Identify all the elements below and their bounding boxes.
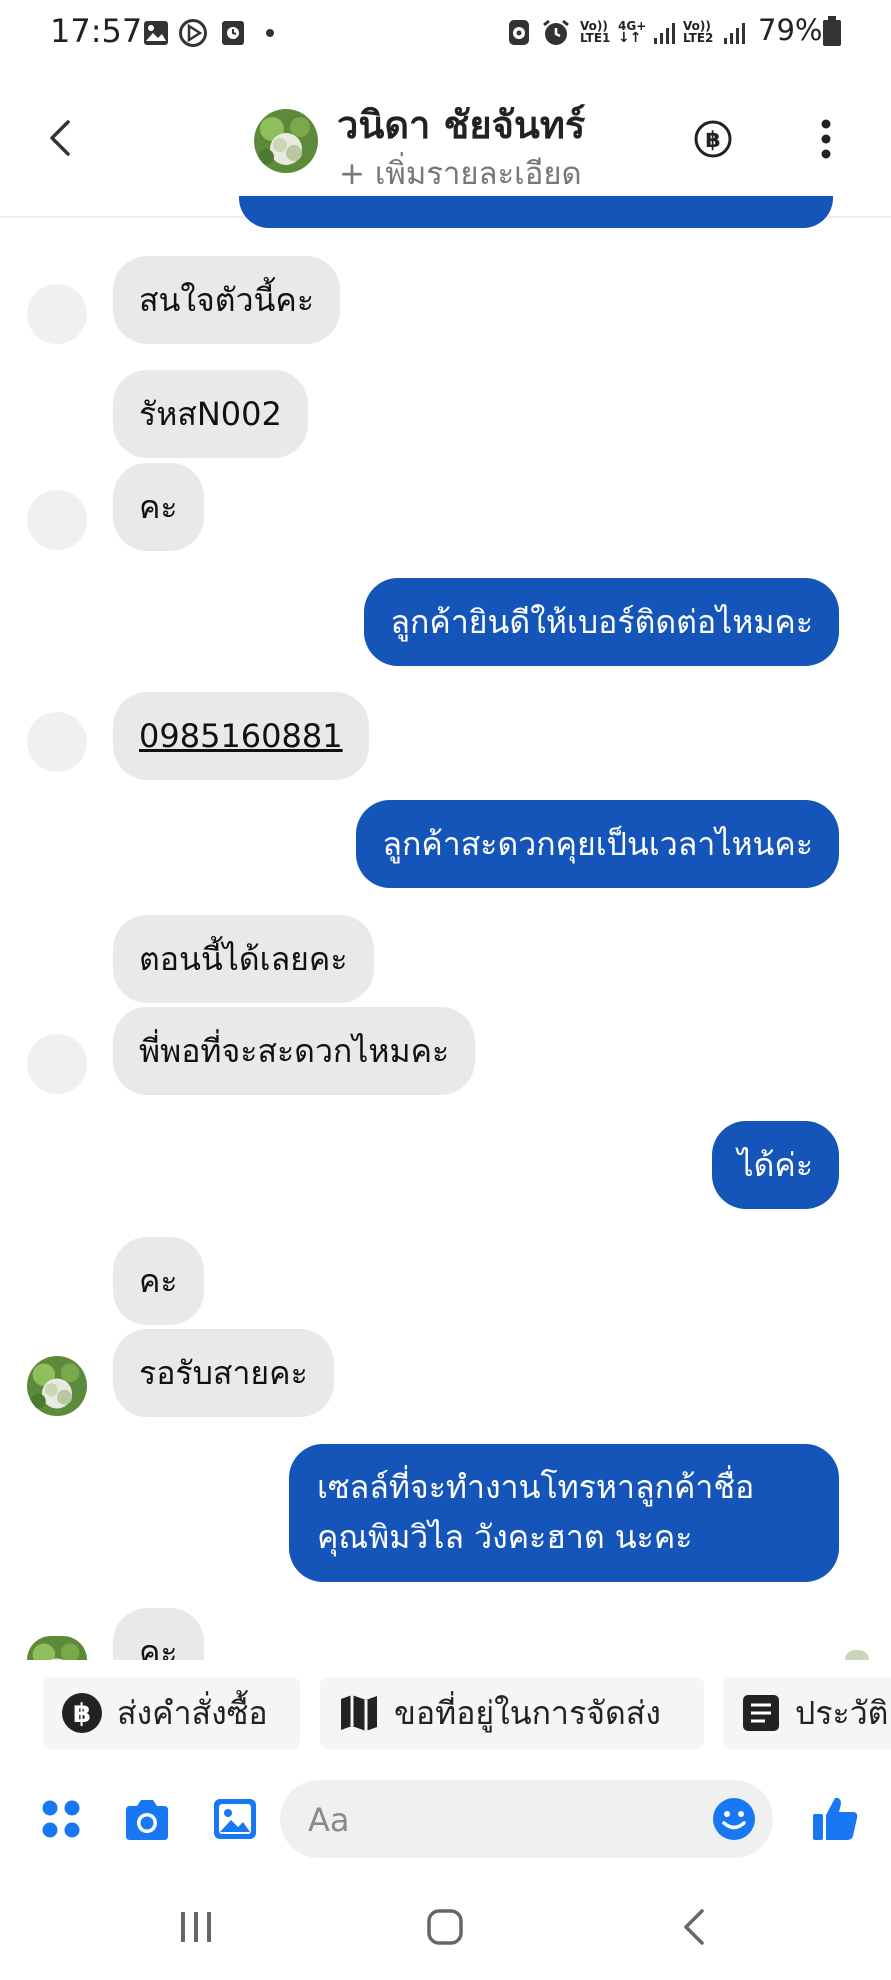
map-icon <box>341 1695 377 1731</box>
more-vertical-icon[interactable] <box>818 116 834 162</box>
chip-label: ส่งคำสั่งซื้อ <box>117 1693 268 1732</box>
chip-label: ประวัติ <box>795 1693 889 1732</box>
sender-avatar-placeholder <box>27 1034 87 1094</box>
message-bubble-outgoing[interactable]: ลูกค้ายินดีให้เบอร์ติดต่อไหมคะ <box>364 578 839 666</box>
contact-name[interactable]: วนิดา ชัยจันทร์ <box>337 94 585 155</box>
previous-message-edge <box>239 196 833 228</box>
add-details-link[interactable]: + เพิ่มรายละเอียด <box>339 148 582 198</box>
status-bar: 17:57 Vo)) LTE1 4G+ ↓↑ Vo)) LTE2 79% <box>0 0 891 66</box>
message-input-container <box>280 1780 773 1860</box>
baht-icon: ฿ <box>62 1693 102 1733</box>
dot-icon <box>266 29 274 37</box>
message-composer <box>0 1770 891 1870</box>
emoji-icon[interactable] <box>712 1797 756 1841</box>
gallery-icon <box>144 21 168 45</box>
baht-icon[interactable]: ฿ <box>694 120 732 158</box>
alarm-lock-icon <box>509 20 529 45</box>
message-bubble-incoming[interactable]: คะ <box>113 1237 204 1325</box>
message-bubble-incoming[interactable]: สนใจตัวนี้คะ <box>113 256 340 344</box>
network-label: 4G+ ↓↑ <box>618 19 647 46</box>
home-icon[interactable] <box>426 1908 464 1946</box>
back-nav-icon[interactable] <box>680 1908 708 1946</box>
message-bubble-outgoing[interactable]: ได้ค่ะ <box>711 1121 839 1209</box>
back-icon[interactable] <box>40 116 84 160</box>
like-icon[interactable] <box>811 1794 859 1842</box>
history-chip[interactable]: ประวัติ <box>723 1677 891 1749</box>
alarm-icon <box>543 19 569 45</box>
recent-apps-icon[interactable] <box>178 1910 214 1944</box>
battery-icon <box>823 16 841 46</box>
send-order-chip[interactable]: ฿ ส่งคำสั่งซื้อ <box>43 1677 300 1749</box>
message-bubble-incoming-clipped: คะ <box>113 1608 209 1660</box>
media-icon <box>179 19 207 47</box>
phone-number-link[interactable]: 0985160881 <box>113 692 369 780</box>
message-bubble-incoming[interactable]: รัหสN002 <box>113 370 308 458</box>
camera-icon[interactable] <box>122 1798 172 1842</box>
contact-avatar[interactable] <box>254 109 318 173</box>
message-bubble-incoming[interactable]: พี่พอที่จะสะดวกไหมคะ <box>113 1007 476 1095</box>
system-navigation-bar <box>0 1870 891 1980</box>
message-bubble-incoming[interactable]: ตอนนี้ได้เลยคะ <box>113 915 374 1003</box>
message-bubble-incoming[interactable]: คะ <box>113 463 204 551</box>
signal-icon <box>724 23 745 44</box>
sim2-label: Vo)) LTE2 <box>683 19 714 45</box>
signal-icon <box>654 23 675 44</box>
image-icon[interactable] <box>212 1797 258 1841</box>
sender-avatar[interactable] <box>27 1636 87 1660</box>
sender-avatar-placeholder <box>27 490 87 550</box>
sender-avatar-placeholder <box>27 284 87 344</box>
sim1-label: Vo)) LTE1 <box>580 19 611 45</box>
quick-actions-bar: ฿ ส่งคำสั่งซื้อ ขอที่อยู่ในการจัดส่ง ประ… <box>0 1660 891 1770</box>
svg-text:฿: ฿ <box>705 128 720 153</box>
status-time: 17:57 <box>50 12 143 50</box>
document-icon <box>743 1695 779 1731</box>
sender-avatar-placeholder <box>27 712 87 772</box>
sender-avatar[interactable] <box>27 1356 87 1416</box>
message-bubble-incoming[interactable]: รอรับสายคะ <box>113 1329 334 1417</box>
chip-label: ขอที่อยู่ในการจัดส่ง <box>394 1693 661 1732</box>
seen-avatar <box>845 1650 869 1660</box>
battery-percent: 79% <box>758 13 823 47</box>
request-address-chip[interactable]: ขอที่อยู่ในการจัดส่ง <box>320 1677 704 1749</box>
message-bubble-outgoing[interactable]: ลูกค้าสะดวกคุยเป็นเวลาไหนคะ <box>356 800 839 888</box>
apps-icon[interactable] <box>40 1798 82 1840</box>
message-bubble-outgoing[interactable]: เซลล์ที่จะทำงานโทรหาลูกค้าชื่อ คุณพิมวิไ… <box>289 1444 839 1582</box>
message-input[interactable] <box>306 1780 690 1860</box>
svg-text:฿: ฿ <box>73 1699 91 1729</box>
clock-app-icon <box>222 21 244 45</box>
